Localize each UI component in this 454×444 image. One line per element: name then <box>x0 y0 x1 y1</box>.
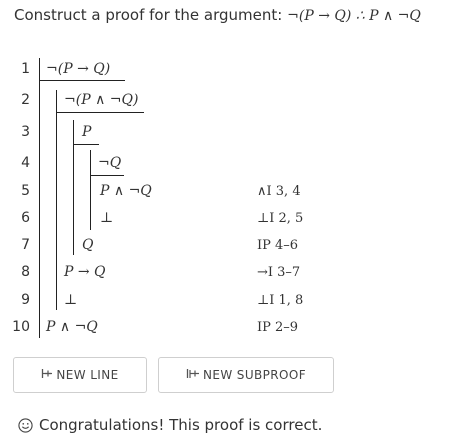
proof-formula[interactable]: P → Q <box>64 264 106 280</box>
smiley-icon <box>18 417 33 433</box>
line-number: 5 <box>21 183 30 199</box>
new-line-button[interactable]: NEW LINE <box>13 357 147 393</box>
proof-formula[interactable]: Q <box>82 237 93 253</box>
proof-formula[interactable]: P ∧ ¬Q <box>100 183 152 199</box>
subproof-scope-line <box>56 90 57 310</box>
subproof-scope-line <box>90 150 91 230</box>
proof-formula[interactable]: ¬Q <box>98 155 121 171</box>
proof-formula[interactable]: ¬(P → Q) <box>46 61 110 77</box>
line-number: 4 <box>21 155 30 171</box>
new-subproof-label: NEW SUBPROOF <box>202 368 307 382</box>
proof-formula[interactable]: P ∧ ¬Q <box>46 319 98 335</box>
line-number: 8 <box>21 264 30 280</box>
justification[interactable]: ∧I 3, 4 <box>257 184 301 200</box>
line-number: 7 <box>21 237 30 253</box>
problem-statement: Construct a proof for the argument: ¬(P … <box>14 6 421 24</box>
assumption-separator <box>73 144 99 145</box>
new-line-icon <box>41 368 53 382</box>
main-scope-line <box>39 58 40 338</box>
justification[interactable]: IP 2–9 <box>257 320 298 336</box>
justification[interactable]: IP 4–6 <box>257 238 298 254</box>
line-number: 6 <box>21 210 30 226</box>
problem-formula: ¬(P → Q) ∴ P ∧ ¬Q <box>287 8 421 24</box>
justification[interactable]: ⊥I 2, 5 <box>257 211 303 227</box>
subproof-scope-line <box>73 120 74 255</box>
new-subproof-icon <box>186 368 200 382</box>
status-message: Congratulations! This proof is correct. <box>18 416 322 434</box>
premise-separator <box>39 80 125 81</box>
proof-formula[interactable]: ⊥ <box>100 210 113 226</box>
line-number: 9 <box>21 292 30 308</box>
new-line-label: NEW LINE <box>56 368 119 382</box>
line-number: 10 <box>12 319 30 335</box>
proof-formula[interactable]: ⊥ <box>64 292 77 308</box>
assumption-separator <box>90 175 124 176</box>
line-number: 3 <box>21 124 30 140</box>
problem-prefix: Construct a proof for the argument: <box>14 6 283 24</box>
assumption-separator <box>56 112 144 113</box>
justification[interactable]: ⊥I 1, 8 <box>257 293 303 309</box>
proof-formula[interactable]: ¬(P ∧ ¬Q) <box>64 92 138 108</box>
line-number: 2 <box>21 92 30 108</box>
line-number: 1 <box>21 61 30 77</box>
justification[interactable]: →I 3–7 <box>257 265 300 281</box>
new-subproof-button[interactable]: NEW SUBPROOF <box>158 357 334 393</box>
proof-formula[interactable]: P <box>82 124 91 140</box>
status-text: Congratulations! This proof is correct. <box>39 416 323 434</box>
